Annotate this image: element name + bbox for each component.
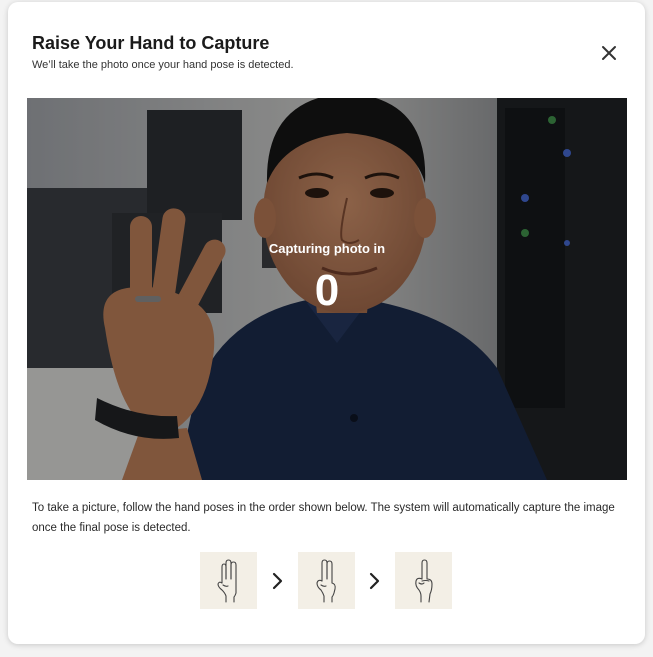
camera-preview: Capturing photo in 0	[27, 98, 627, 480]
two-fingers-icon	[315, 558, 336, 603]
one-finger-icon	[414, 558, 433, 603]
countdown-number: 0	[314, 266, 340, 315]
instructions-text: To take a picture, follow the hand poses…	[32, 502, 615, 534]
capture-dialog: Raise Your Hand to Capture We’ll take th…	[8, 2, 645, 644]
dialog-title: Raise Your Hand to Capture	[32, 33, 270, 53]
pose-step-3	[395, 552, 452, 609]
dialog-subtitle: We’ll take the photo once your hand pose…	[32, 59, 294, 71]
pose-step-2	[298, 552, 355, 609]
chevron-right-icon	[367, 568, 383, 594]
pose-step-1	[200, 552, 257, 609]
close-icon	[602, 46, 616, 60]
chevron-right-icon	[270, 568, 286, 594]
countdown-label: Capturing photo in	[268, 241, 386, 256]
close-button[interactable]	[596, 40, 622, 66]
three-fingers-icon	[216, 558, 237, 603]
